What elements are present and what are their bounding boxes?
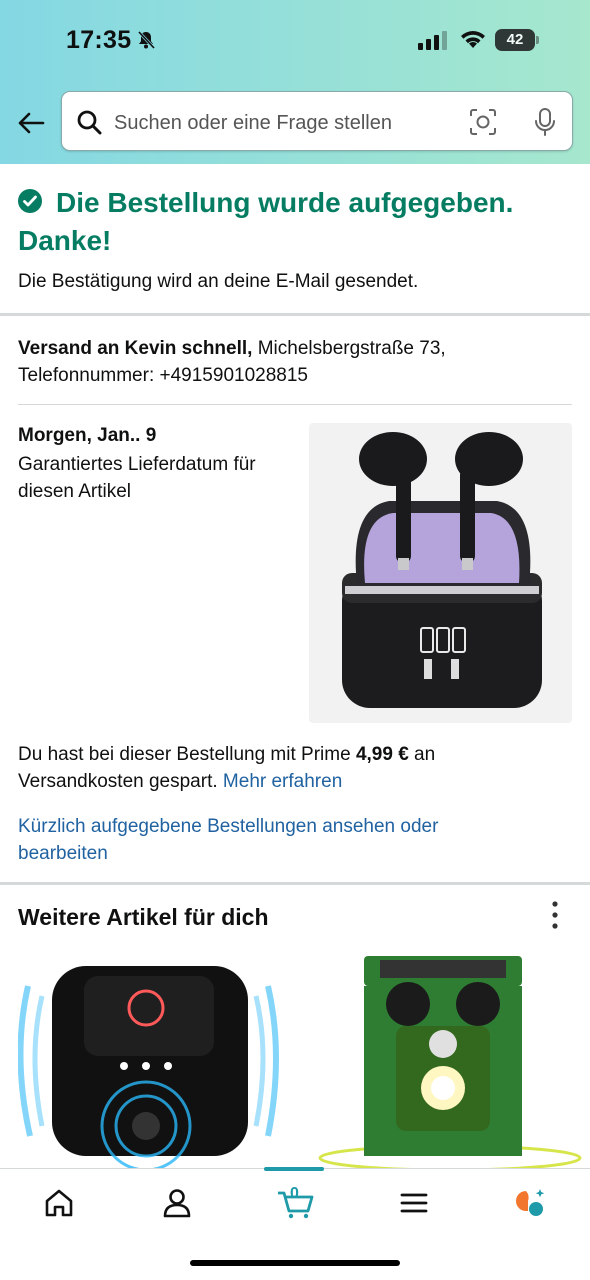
section-divider	[0, 882, 590, 885]
search-input[interactable]: Suchen oder eine Frage stellen	[114, 112, 392, 135]
shipping-address: Versand an Kevin schnell, Michelsbergstr…	[18, 335, 558, 389]
cart-count: 0	[290, 1185, 299, 1202]
cellular-signal-icon	[418, 31, 447, 50]
more-options-icon[interactable]	[548, 900, 562, 930]
bell-muted-icon	[137, 30, 156, 50]
wifi-icon	[461, 31, 485, 48]
home-indicator	[190, 1260, 400, 1266]
ultrasonic-device-image	[18, 966, 279, 1168]
microphone-icon[interactable]	[530, 107, 560, 137]
search-bar[interactable]: Suchen oder eine Frage stellen	[61, 91, 573, 151]
delivery-note: Garantiertes Lieferdatum für diesen Arti…	[18, 454, 256, 502]
rufus-icon[interactable]	[514, 1187, 546, 1219]
learn-more-link[interactable]: Mehr erfahren	[223, 771, 342, 792]
recent-orders-link[interactable]: Kürzlich aufgegebene Bestellungen ansehe…	[18, 813, 518, 867]
account-icon[interactable]	[161, 1187, 193, 1219]
home-icon[interactable]	[43, 1187, 75, 1219]
status-time: 17:35	[66, 26, 132, 54]
owl-repeller-image	[318, 956, 582, 1168]
camera-lens-icon[interactable]	[468, 107, 498, 137]
section-divider	[0, 313, 590, 316]
recommendation-item-owl-repeller[interactable]	[300, 946, 590, 1168]
battery-tip	[536, 36, 539, 44]
battery-icon: 42	[495, 29, 539, 51]
search-icon	[77, 110, 102, 135]
prime-text-before: Du hast bei dieser Bestellung mit Prime	[18, 744, 351, 765]
shipping-label: Versand an Kevin schnell,	[18, 338, 253, 359]
prime-savings-text: Du hast bei dieser Bestellung mit Prime …	[18, 741, 558, 795]
confirmation-title: Die Bestellung wurde aufgegeben. Danke!	[18, 187, 514, 256]
confirmation-subtitle: Die Bestätigung wird an deine E-Mail ges…	[18, 271, 419, 292]
active-tab-indicator	[264, 1167, 324, 1171]
earbuds-illustration	[342, 432, 542, 708]
recommendations-title: Weitere Artikel für dich	[18, 904, 269, 930]
delivery-date: Morgen, Jan.. 9	[18, 425, 157, 446]
menu-icon[interactable]	[398, 1187, 430, 1219]
recommendation-item-ultrasonic-device[interactable]	[18, 946, 280, 1168]
product-image-earbuds[interactable]	[309, 423, 572, 723]
battery-level: 42	[495, 29, 535, 51]
app-header: 17:35 42 Suchen oder eine Frage stellen	[0, 0, 590, 164]
status-bar: 17:35 42	[0, 0, 590, 80]
divider	[18, 404, 572, 405]
back-arrow-icon[interactable]	[16, 108, 46, 138]
prime-savings-amount: 4,99 €	[355, 744, 409, 765]
